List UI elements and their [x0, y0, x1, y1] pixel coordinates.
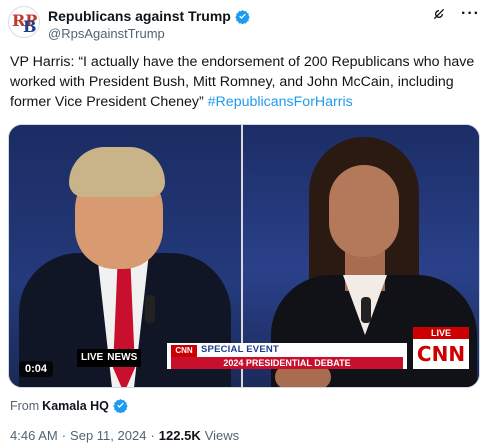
- from-prefix: From: [10, 398, 40, 413]
- event-strip: CNN SPECIAL EVENT 2024 PRESIDENTIAL DEBA…: [167, 343, 407, 369]
- author-name-row: Republicans against Trump: [48, 8, 250, 24]
- live-label: LIVE: [81, 352, 104, 363]
- tweet-actions-top: ···: [431, 6, 480, 22]
- grok-icon[interactable]: [431, 6, 447, 22]
- left-speaker-hair: [69, 147, 165, 197]
- cnn-corner-bug: LIVE CNN: [413, 327, 469, 369]
- live-news-box: LIVE NEWS: [77, 349, 142, 367]
- event-label: SPECIAL EVENT: [201, 344, 279, 355]
- avatar-letters-bottom: B: [23, 17, 37, 36]
- verified-badge-icon: [113, 398, 128, 413]
- debate-label: 2024 PRESIDENTIAL DEBATE: [171, 357, 403, 369]
- from-source-link[interactable]: Kamala HQ: [42, 399, 109, 413]
- cnn-logo: CNN: [413, 339, 469, 369]
- author-avatar[interactable]: RP B: [8, 6, 40, 38]
- more-icon[interactable]: ···: [461, 6, 480, 22]
- tweet-time[interactable]: 4:46 AM: [10, 428, 58, 443]
- meta-separator-2: ·: [150, 428, 155, 443]
- video-player[interactable]: LIVE NEWS CNN SPECIAL EVENT 2024 PRESIDE…: [8, 124, 480, 388]
- tweet-meta: 4:46 AM · Sep 11, 2024 · 122.5K Views: [10, 428, 239, 443]
- from-attribution: From Kamala HQ: [10, 398, 128, 413]
- tweet-date[interactable]: Sep 11, 2024: [70, 428, 146, 443]
- left-microphone: [145, 295, 155, 323]
- author-display-name[interactable]: Republicans against Trump: [48, 8, 231, 24]
- broadcast-lower-third: LIVE NEWS CNN SPECIAL EVENT 2024 PRESIDE…: [77, 343, 407, 369]
- right-speaker-face: [329, 165, 399, 257]
- cnn-badge: CNN: [171, 345, 197, 357]
- network-label: NEWS: [107, 352, 138, 363]
- right-microphone: [361, 297, 371, 323]
- tweet-text: VP Harris: “I actually have the endorsem…: [10, 52, 480, 112]
- verified-badge-icon: [235, 9, 250, 24]
- views-count: 122.5K: [158, 428, 201, 443]
- corner-live-label: LIVE: [413, 327, 469, 339]
- views-label: Views: [204, 428, 240, 443]
- hashtag-link[interactable]: #RepublicansForHarris: [208, 94, 353, 110]
- meta-separator: ·: [61, 428, 67, 443]
- video-duration: 0:04: [19, 361, 54, 377]
- author-handle[interactable]: @RpsAgainstTrump: [48, 26, 165, 41]
